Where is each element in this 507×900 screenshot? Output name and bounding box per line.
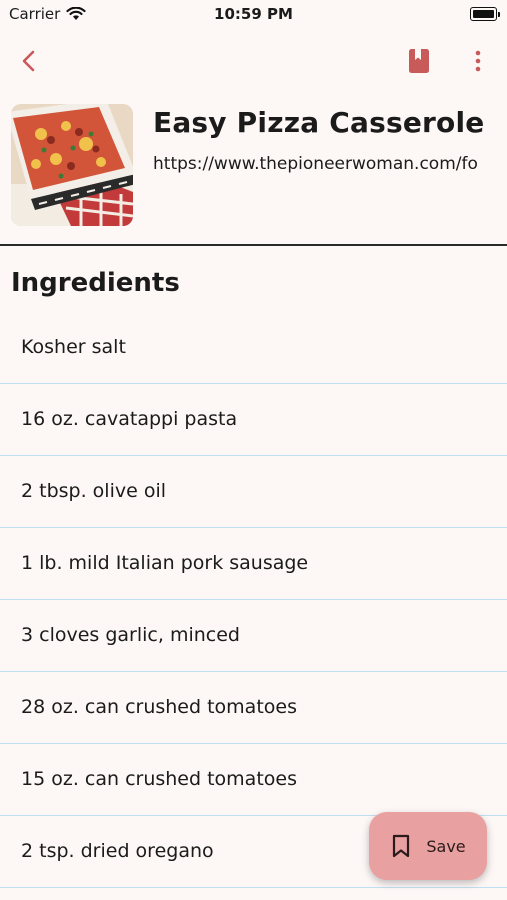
book-icon [409,49,429,73]
ingredients-heading: Ingredients [11,268,180,298]
ingredient-item[interactable]: 3 cloves garlic, minced [0,600,507,672]
battery-icon [470,7,500,21]
more-vertical-icon [475,50,481,72]
ingredient-text: Kosher salt [21,336,126,358]
back-button[interactable] [14,46,44,76]
ingredient-item[interactable]: 15 oz. can crushed tomatoes [0,744,507,816]
save-label: Save [426,836,466,856]
ingredient-item[interactable]: 28 oz. can crushed tomatoes [0,672,507,744]
ingredient-item[interactable]: 2 tbsp. olive oil [0,456,507,528]
recipe-thumbnail [11,104,133,226]
app-bar [0,38,507,82]
recipe-header: Easy Pizza Casserole https://www.thepion… [0,102,507,227]
ingredient-text: 3 cloves garlic, minced [21,624,240,646]
ingredient-text: 16 oz. cavatappi pasta [21,408,238,430]
ingredients-list: Kosher salt 16 oz. cavatappi pasta 2 tbs… [0,312,507,888]
bookmark-icon [393,834,410,858]
ingredient-item[interactable]: 1 lb. mild Italian pork sausage [0,528,507,600]
clock: 10:59 PM [214,5,293,23]
more-options-button[interactable] [466,46,490,76]
chevron-left-icon [22,50,35,72]
recipe-title: Easy Pizza Casserole [153,106,485,139]
recipe-book-button[interactable] [404,46,434,76]
ingredient-text: 1 lb. mild Italian pork sausage [21,552,309,574]
ingredient-item[interactable]: Kosher salt [0,312,507,384]
header-divider [0,244,507,246]
ingredient-text: 2 tsp. dried oregano [21,840,214,862]
ingredient-text: 2 tbsp. olive oil [21,480,167,502]
status-bar: Carrier 10:59 PM [0,0,507,30]
ingredient-item[interactable]: 16 oz. cavatappi pasta [0,384,507,456]
ingredient-text: 15 oz. can crushed tomatoes [21,768,297,790]
ingredient-text: 28 oz. can crushed tomatoes [21,696,297,718]
save-button[interactable]: Save [369,812,487,880]
recipe-source-link[interactable]: https://www.thepioneerwoman.com/fo [153,154,507,174]
